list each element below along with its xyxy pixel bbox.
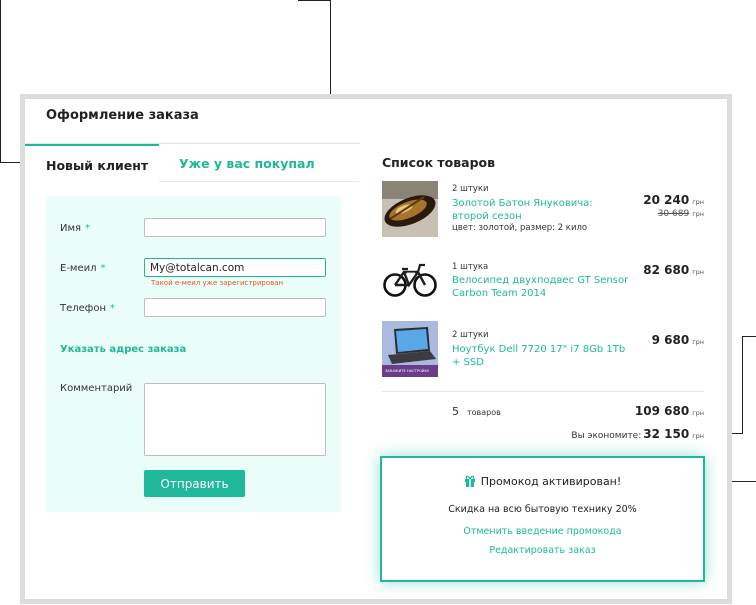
name-input[interactable] xyxy=(144,218,326,237)
cancel-promo-link[interactable]: Отменить введение промокода xyxy=(382,526,703,537)
callout-line xyxy=(298,0,330,1)
item-price: 9 680 грн xyxy=(651,333,704,347)
name-label: Имя * xyxy=(60,223,91,234)
email-input[interactable] xyxy=(144,258,326,277)
callout-line xyxy=(742,336,756,337)
email-label: Е-меил * xyxy=(60,263,106,274)
promo-title: Промокод активирован! xyxy=(382,475,703,490)
promo-box: Промокод активирован! Скидка на всю быто… xyxy=(380,456,705,582)
item-quantity: 2 штуки xyxy=(452,184,489,194)
required-mark: * xyxy=(100,263,106,274)
item-old-price: 30 689 грн xyxy=(657,209,704,219)
cart-count-number: 5 xyxy=(452,405,459,418)
cart-saving: Вы экономите: 32 150 грн xyxy=(571,427,704,441)
page-title: Оформление заказа xyxy=(46,108,199,123)
gift-icon xyxy=(464,475,476,490)
item-name-link[interactable]: Ноутбук Dell 7720 17" i7 8Gb 1Tb + SSD xyxy=(452,343,630,369)
edit-order-link[interactable]: Редактировать заказ xyxy=(382,545,703,556)
phone-label: Телефон * xyxy=(60,303,116,314)
divider xyxy=(382,391,704,392)
item-quantity: 2 штуки xyxy=(452,330,489,340)
email-error-message: Такой е-меил уже зарегистрирован xyxy=(151,279,284,287)
address-link[interactable]: Указать адрес заказа xyxy=(60,344,186,355)
golden-loaf-image[interactable] xyxy=(382,181,438,237)
submit-button[interactable]: Отправить xyxy=(144,470,245,497)
callout-line xyxy=(742,336,743,434)
cart-title: Список товаров xyxy=(382,155,496,170)
item-name-link[interactable]: Золотой Батон Януковича: второй сезон xyxy=(452,197,630,223)
cart-total: 109 680 грн xyxy=(634,404,704,418)
item-name-link[interactable]: Велосипед двухподвес GT Sensor Carbon Te… xyxy=(452,274,630,300)
comment-label: Комментарий xyxy=(60,383,133,394)
required-mark: * xyxy=(85,223,91,234)
bicycle-image[interactable] xyxy=(382,251,438,307)
tab-label: Новый клиент xyxy=(46,158,149,173)
item-attributes: цвет: золотой, размер: 2 кило xyxy=(452,223,588,233)
phone-input[interactable] xyxy=(144,298,326,317)
callout-line xyxy=(0,0,1,163)
tab-new-client[interactable]: Новый клиент xyxy=(25,144,159,182)
image-caption: ЗАКАЖИТЕ НАСТРОЙКУ xyxy=(385,369,430,373)
item-price: 20 240 грн xyxy=(643,193,704,207)
item-quantity: 1 штука xyxy=(452,262,489,272)
required-mark: * xyxy=(110,303,116,314)
comment-textarea[interactable] xyxy=(144,383,326,456)
tab-returning-client[interactable]: Уже у вас покупал xyxy=(159,144,359,182)
item-price: 82 680 грн xyxy=(643,263,704,277)
promo-description: Скидка на всю бытовую технику 20% xyxy=(448,504,637,515)
laptop-image[interactable]: ЗАКАЖИТЕ НАСТРОЙКУ xyxy=(382,321,438,377)
tab-label: Уже у вас покупал xyxy=(179,156,315,171)
cart-count-label: товаров xyxy=(467,408,501,417)
